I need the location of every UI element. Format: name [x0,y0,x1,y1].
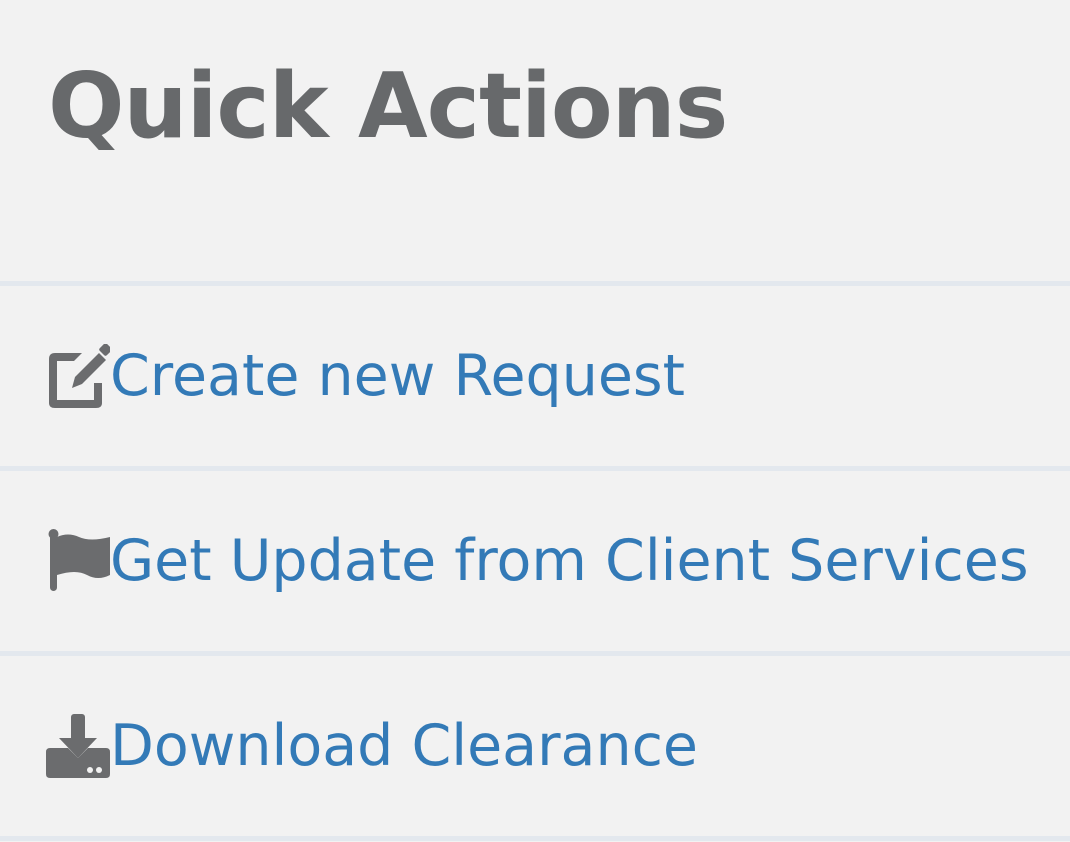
download-icon [46,714,110,778]
quick-actions-list: Create new Request Get Update from Clien… [0,281,1070,841]
create-new-request-label: Create new Request [110,343,685,409]
get-update-link[interactable]: Get Update from Client Services [46,471,1029,651]
download-clearance-label: Download Clearance [110,713,698,779]
create-new-request-link[interactable]: Create new Request [46,286,685,466]
list-item: Get Update from Client Services [0,471,1070,656]
edit-icon [46,344,110,408]
panel-title: Quick Actions [48,54,728,159]
download-clearance-link[interactable]: Download Clearance [46,656,698,836]
list-item: Create new Request [0,286,1070,471]
get-update-label: Get Update from Client Services [110,528,1029,594]
list-item: Download Clearance [0,656,1070,841]
quick-actions-panel: Quick Actions Create new Request Get Upd… [0,0,1070,842]
flag-icon [46,529,110,593]
